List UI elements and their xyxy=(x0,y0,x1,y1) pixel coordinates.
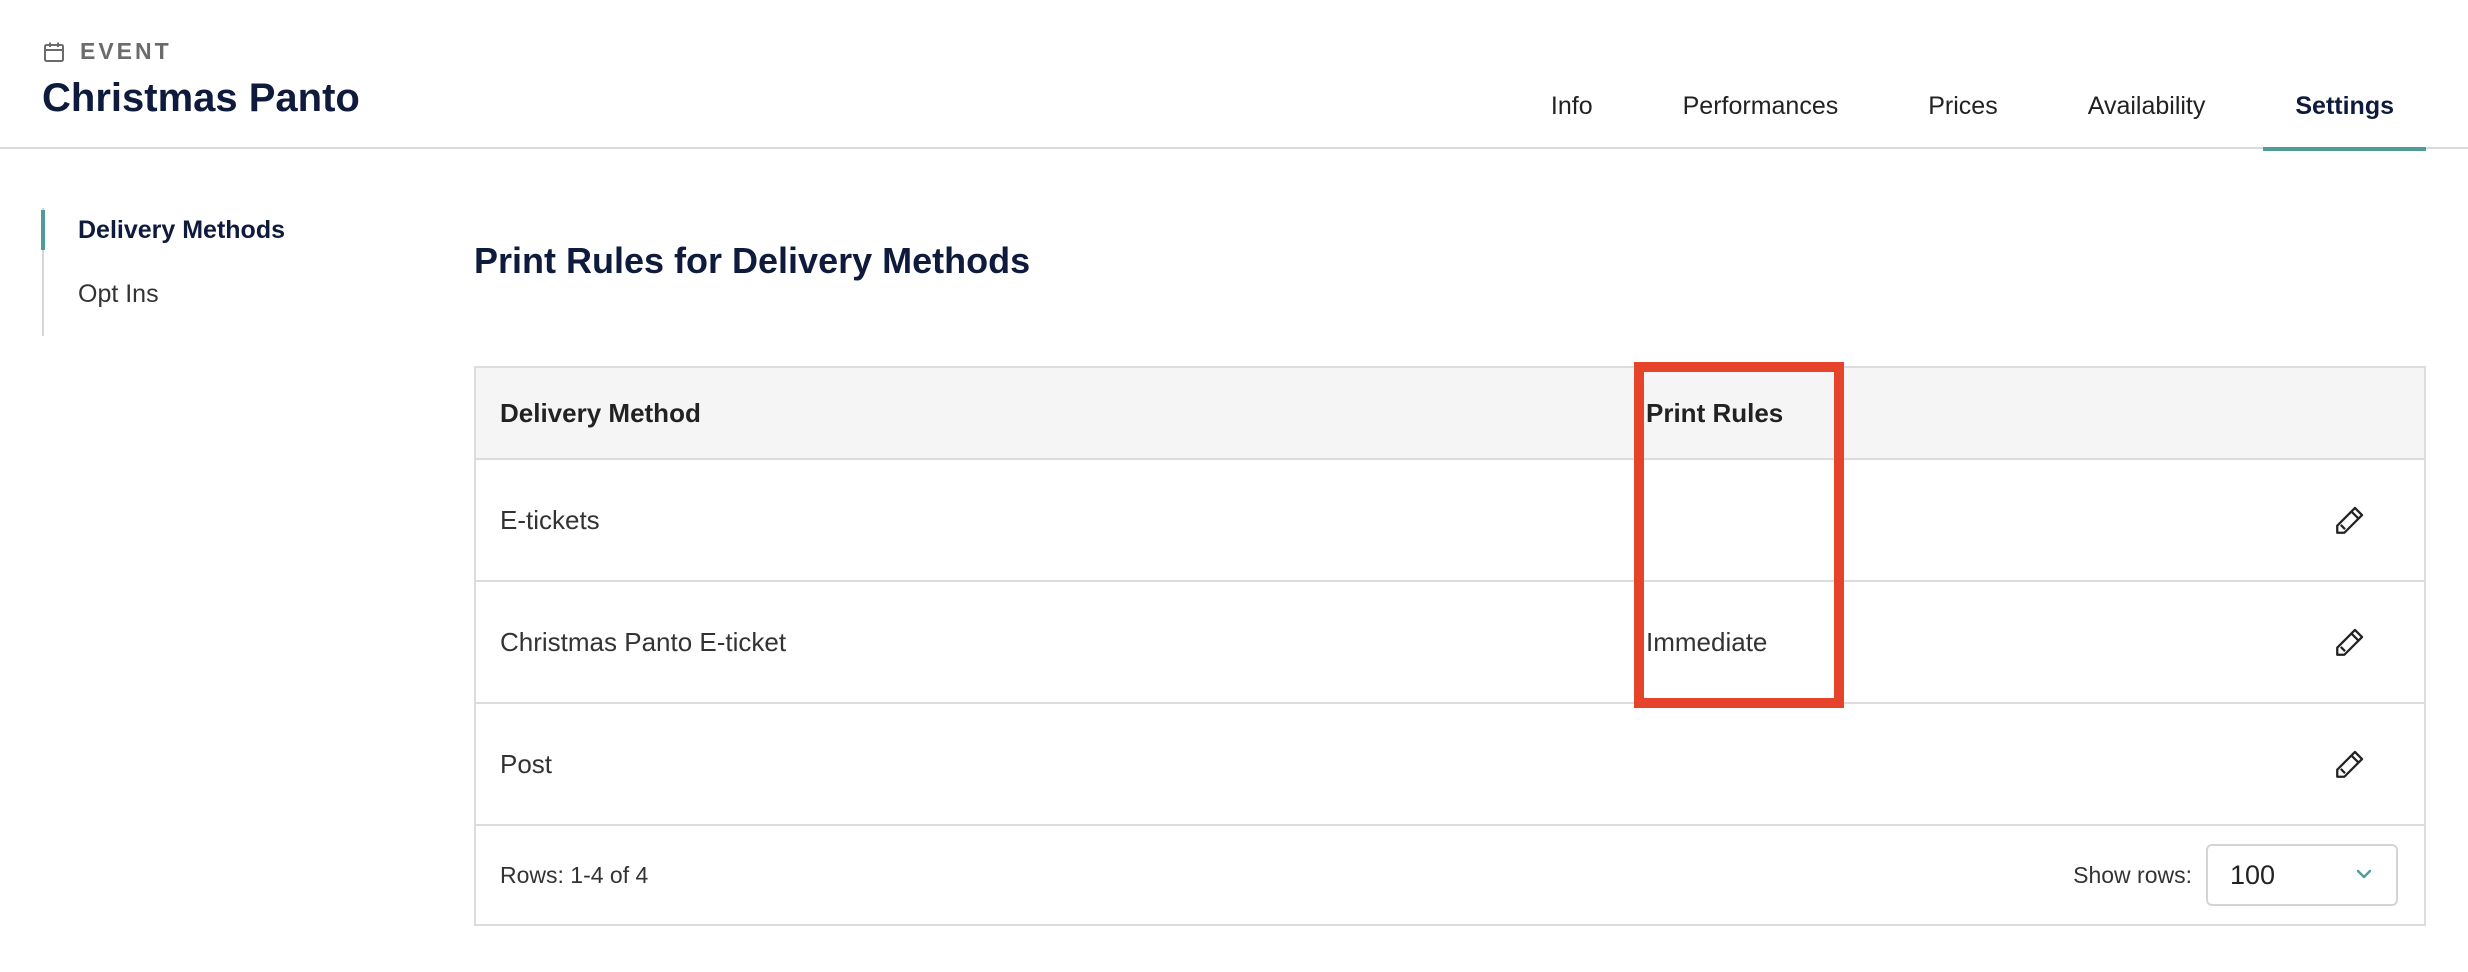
tab-performances[interactable]: Performances xyxy=(1651,70,1871,149)
pencil-icon[interactable] xyxy=(2330,500,2370,540)
rows-summary: Rows: 1-4 of 4 xyxy=(500,861,649,888)
actions-cell xyxy=(2022,744,2424,784)
tab-availability[interactable]: Availability xyxy=(2056,70,2238,149)
column-header-delivery-method: Delivery Method xyxy=(500,397,701,428)
tab-settings[interactable]: Settings xyxy=(2263,70,2426,151)
print-rules-highlight-box xyxy=(1634,362,1844,708)
table-header-row: Delivery Method Print Rules xyxy=(476,368,2424,458)
page-title: Christmas Panto xyxy=(42,76,360,120)
actions-cell xyxy=(2022,622,2424,662)
tab-prices[interactable]: Prices xyxy=(1896,70,2029,149)
delivery-method-cell: Post xyxy=(500,748,553,779)
print-rules-table: Delivery Method Print Rules E-tickets Ch… xyxy=(474,366,2426,926)
tab-info[interactable]: Info xyxy=(1519,70,1625,149)
sidebar-item-delivery-methods[interactable]: Delivery Methods xyxy=(41,208,382,272)
sidebar-item-opt-ins[interactable]: Opt Ins xyxy=(44,272,382,336)
pencil-icon[interactable] xyxy=(2330,744,2370,784)
chevron-down-icon xyxy=(2354,860,2374,891)
table-row: E-tickets xyxy=(476,458,2424,580)
section-title: Print Rules for Delivery Methods xyxy=(474,240,1031,281)
delivery-method-cell: Christmas Panto E-ticket xyxy=(500,626,787,657)
table-row: Christmas Panto E-ticket Immediate xyxy=(476,580,2424,702)
page-header: EVENT Christmas Panto Info Performances … xyxy=(0,0,2468,151)
actions-cell xyxy=(2022,500,2424,540)
delivery-method-cell: E-tickets xyxy=(500,504,600,535)
show-rows-value: 100 xyxy=(2230,859,2276,890)
show-rows-control: Show rows: 100 xyxy=(2073,844,2424,906)
event-tabs: Info Performances Prices Availability Se… xyxy=(1519,70,2426,151)
event-eyebrow: EVENT xyxy=(42,38,172,65)
show-rows-label: Show rows: xyxy=(2073,861,2192,888)
settings-sidebar: Delivery Methods Opt Ins xyxy=(41,208,382,336)
table-row: Post xyxy=(476,702,2424,824)
pencil-icon[interactable] xyxy=(2330,622,2370,662)
show-rows-select[interactable]: 100 xyxy=(2206,844,2398,906)
calendar-icon xyxy=(42,40,66,64)
eyebrow-label: EVENT xyxy=(80,38,172,64)
table-footer: Rows: 1-4 of 4 Show rows: 100 xyxy=(476,824,2424,924)
